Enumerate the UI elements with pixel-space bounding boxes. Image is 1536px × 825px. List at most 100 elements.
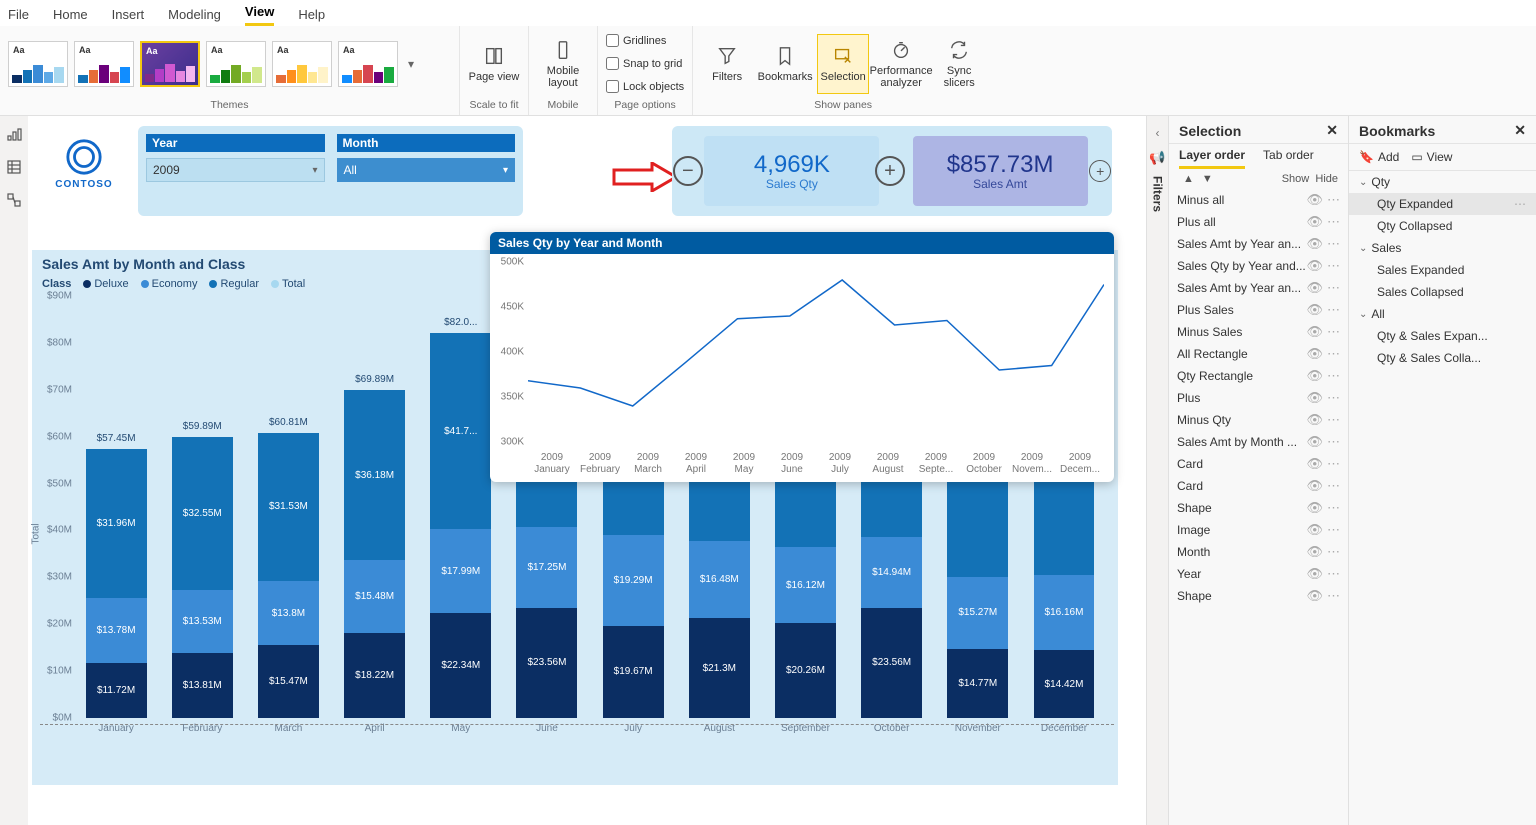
report-view-icon[interactable]	[6, 126, 22, 145]
minus-qty-button[interactable]: −	[673, 156, 703, 186]
filters-pane-collapsed[interactable]: ‹ 📢 Filters	[1146, 116, 1168, 825]
selection-item[interactable]: Sales Amt by Year an...👁⋯	[1169, 277, 1348, 299]
bookmark-add-button[interactable]: 🔖Add	[1359, 150, 1399, 164]
gridlines-checkbox[interactable]: Gridlines	[606, 34, 666, 47]
selection-item[interactable]: Sales Amt by Year an...👁⋯	[1169, 233, 1348, 255]
selection-item[interactable]: Sales Qty by Year and...👁⋯	[1169, 255, 1348, 277]
bookmark-item[interactable]: Qty & Sales Expan...	[1349, 325, 1536, 347]
page-view-button[interactable]: Page view	[468, 34, 520, 94]
selection-item[interactable]: Plus👁⋯	[1169, 387, 1348, 409]
bookmark-item[interactable]: Qty & Sales Colla...	[1349, 347, 1536, 369]
visibility-toggle-icon[interactable]: 👁	[1306, 368, 1323, 384]
year-slicer[interactable]: Year 2009▾	[146, 134, 325, 208]
item-more-icon[interactable]: ⋯	[1327, 434, 1340, 450]
item-more-icon[interactable]: ⋯	[1327, 500, 1340, 516]
item-more-icon[interactable]: ⋯	[1327, 368, 1340, 384]
item-more-icon[interactable]: ⋯	[1327, 324, 1340, 340]
move-up-button[interactable]: ▲	[1179, 173, 1198, 185]
selection-item[interactable]: Month👁⋯	[1169, 541, 1348, 563]
lock-checkbox[interactable]: Lock objects	[606, 80, 684, 93]
selection-item[interactable]: Plus Sales👁⋯	[1169, 299, 1348, 321]
menu-insert[interactable]: Insert	[112, 3, 145, 26]
sales-qty-card[interactable]: 4,969K Sales Qty	[704, 136, 879, 206]
bookmark-group[interactable]: ⌄ All	[1349, 303, 1536, 325]
bookmark-view-button[interactable]: ▭View	[1411, 150, 1452, 164]
theme-swatch[interactable]: Aa	[74, 41, 134, 87]
item-more-icon[interactable]: ⋯	[1327, 346, 1340, 362]
visibility-toggle-icon[interactable]: 👁	[1306, 192, 1323, 208]
bar-column[interactable]: $57.45M$31.96M$13.78M$11.72MJanuary	[76, 449, 156, 718]
tab-order-tab[interactable]: Tab order	[1263, 148, 1314, 169]
bookmarks-pane-button[interactable]: Bookmarks	[759, 34, 811, 94]
menu-home[interactable]: Home	[53, 3, 88, 26]
bar-column[interactable]: $69.89M$36.18M$15.48M$18.22MApril	[335, 390, 415, 718]
item-more-icon[interactable]: ⋯	[1327, 192, 1340, 208]
data-view-icon[interactable]	[6, 159, 22, 178]
report-canvas[interactable]: CONTOSO Year 2009▾ Month All▾ − 4,969K S…	[32, 120, 1122, 785]
move-down-button[interactable]: ▼	[1198, 173, 1217, 185]
filters-pane-button[interactable]: Filters	[701, 34, 753, 94]
menu-modeling[interactable]: Modeling	[168, 3, 221, 26]
selection-item[interactable]: Shape👁⋯	[1169, 585, 1348, 607]
item-more-icon[interactable]: ⋯	[1327, 522, 1340, 538]
item-more-icon[interactable]: ⋯	[1327, 566, 1340, 582]
theme-swatch[interactable]: Aa	[206, 41, 266, 87]
selection-item[interactable]: Plus all👁⋯	[1169, 211, 1348, 233]
snap-checkbox[interactable]: Snap to grid	[606, 57, 682, 70]
bar-column[interactable]: $60.81M$31.53M$13.8M$15.47MMarch	[248, 433, 328, 718]
selection-item[interactable]: Minus Sales👁⋯	[1169, 321, 1348, 343]
selection-item[interactable]: Year👁⋯	[1169, 563, 1348, 585]
themes-more-button[interactable]: ▾	[404, 53, 418, 75]
theme-swatch[interactable]: Aa	[338, 41, 398, 87]
menu-help[interactable]: Help	[298, 3, 325, 26]
selection-item[interactable]: Sales Amt by Month ...👁⋯	[1169, 431, 1348, 453]
visibility-toggle-icon[interactable]: 👁	[1306, 390, 1323, 406]
selection-item[interactable]: Image👁⋯	[1169, 519, 1348, 541]
bookmark-item[interactable]: Sales Expanded	[1349, 259, 1536, 281]
bookmark-group[interactable]: ⌄ Sales	[1349, 237, 1536, 259]
visibility-toggle-icon[interactable]: 👁	[1306, 478, 1323, 494]
bookmark-more-icon[interactable]: ⋯	[1514, 197, 1526, 211]
month-slicer[interactable]: Month All▾	[337, 134, 516, 208]
item-more-icon[interactable]: ⋯	[1327, 412, 1340, 428]
item-more-icon[interactable]: ⋯	[1327, 456, 1340, 472]
visibility-toggle-icon[interactable]: 👁	[1306, 522, 1323, 538]
layer-order-tab[interactable]: Layer order	[1179, 148, 1245, 169]
item-more-icon[interactable]: ⋯	[1327, 544, 1340, 560]
item-more-icon[interactable]: ⋯	[1327, 390, 1340, 406]
expand-filters-icon[interactable]: ‹	[1156, 126, 1160, 140]
selection-item[interactable]: Shape👁⋯	[1169, 497, 1348, 519]
year-slicer-dropdown[interactable]: 2009▾	[146, 158, 325, 182]
visibility-toggle-icon[interactable]: 👁	[1306, 236, 1323, 252]
visibility-toggle-icon[interactable]: 👁	[1306, 214, 1323, 230]
plus-button[interactable]: +	[875, 156, 905, 186]
visibility-toggle-icon[interactable]: 👁	[1306, 566, 1323, 582]
selection-pane-button[interactable]: Selection	[817, 34, 869, 94]
theme-swatch[interactable]: Aa	[140, 41, 200, 87]
item-more-icon[interactable]: ⋯	[1327, 478, 1340, 494]
bookmark-item[interactable]: Sales Collapsed	[1349, 281, 1536, 303]
selection-item[interactable]: Minus Qty👁⋯	[1169, 409, 1348, 431]
selection-item[interactable]: Card👁⋯	[1169, 475, 1348, 497]
hide-all-button[interactable]: Hide	[1315, 173, 1338, 185]
item-more-icon[interactable]: ⋯	[1327, 302, 1340, 318]
item-more-icon[interactable]: ⋯	[1327, 280, 1340, 296]
sales-qty-line-chart[interactable]: Sales Qty by Year and Month 300K350K400K…	[490, 232, 1114, 482]
item-more-icon[interactable]: ⋯	[1327, 258, 1340, 274]
show-all-button[interactable]: Show	[1282, 173, 1310, 185]
bookmark-item[interactable]: Qty Expanded⋯	[1349, 193, 1536, 215]
selection-item[interactable]: Card👁⋯	[1169, 453, 1348, 475]
bookmark-item[interactable]: Qty Collapsed	[1349, 215, 1536, 237]
visibility-toggle-icon[interactable]: 👁	[1306, 500, 1323, 516]
mobile-layout-button[interactable]: Mobile layout	[537, 34, 589, 94]
close-selection-icon[interactable]: ✕	[1326, 122, 1338, 139]
item-more-icon[interactable]: ⋯	[1327, 236, 1340, 252]
visibility-toggle-icon[interactable]: 👁	[1306, 258, 1323, 274]
visibility-toggle-icon[interactable]: 👁	[1306, 346, 1323, 362]
month-slicer-dropdown[interactable]: All▾	[337, 158, 516, 182]
perf-analyzer-button[interactable]: Performance analyzer	[875, 34, 927, 94]
visibility-toggle-icon[interactable]: 👁	[1306, 302, 1323, 318]
visibility-toggle-icon[interactable]: 👁	[1306, 434, 1323, 450]
bar-column[interactable]: $59.89M$32.55M$13.53M$13.81MFebruary	[162, 437, 242, 718]
visibility-toggle-icon[interactable]: 👁	[1306, 280, 1323, 296]
